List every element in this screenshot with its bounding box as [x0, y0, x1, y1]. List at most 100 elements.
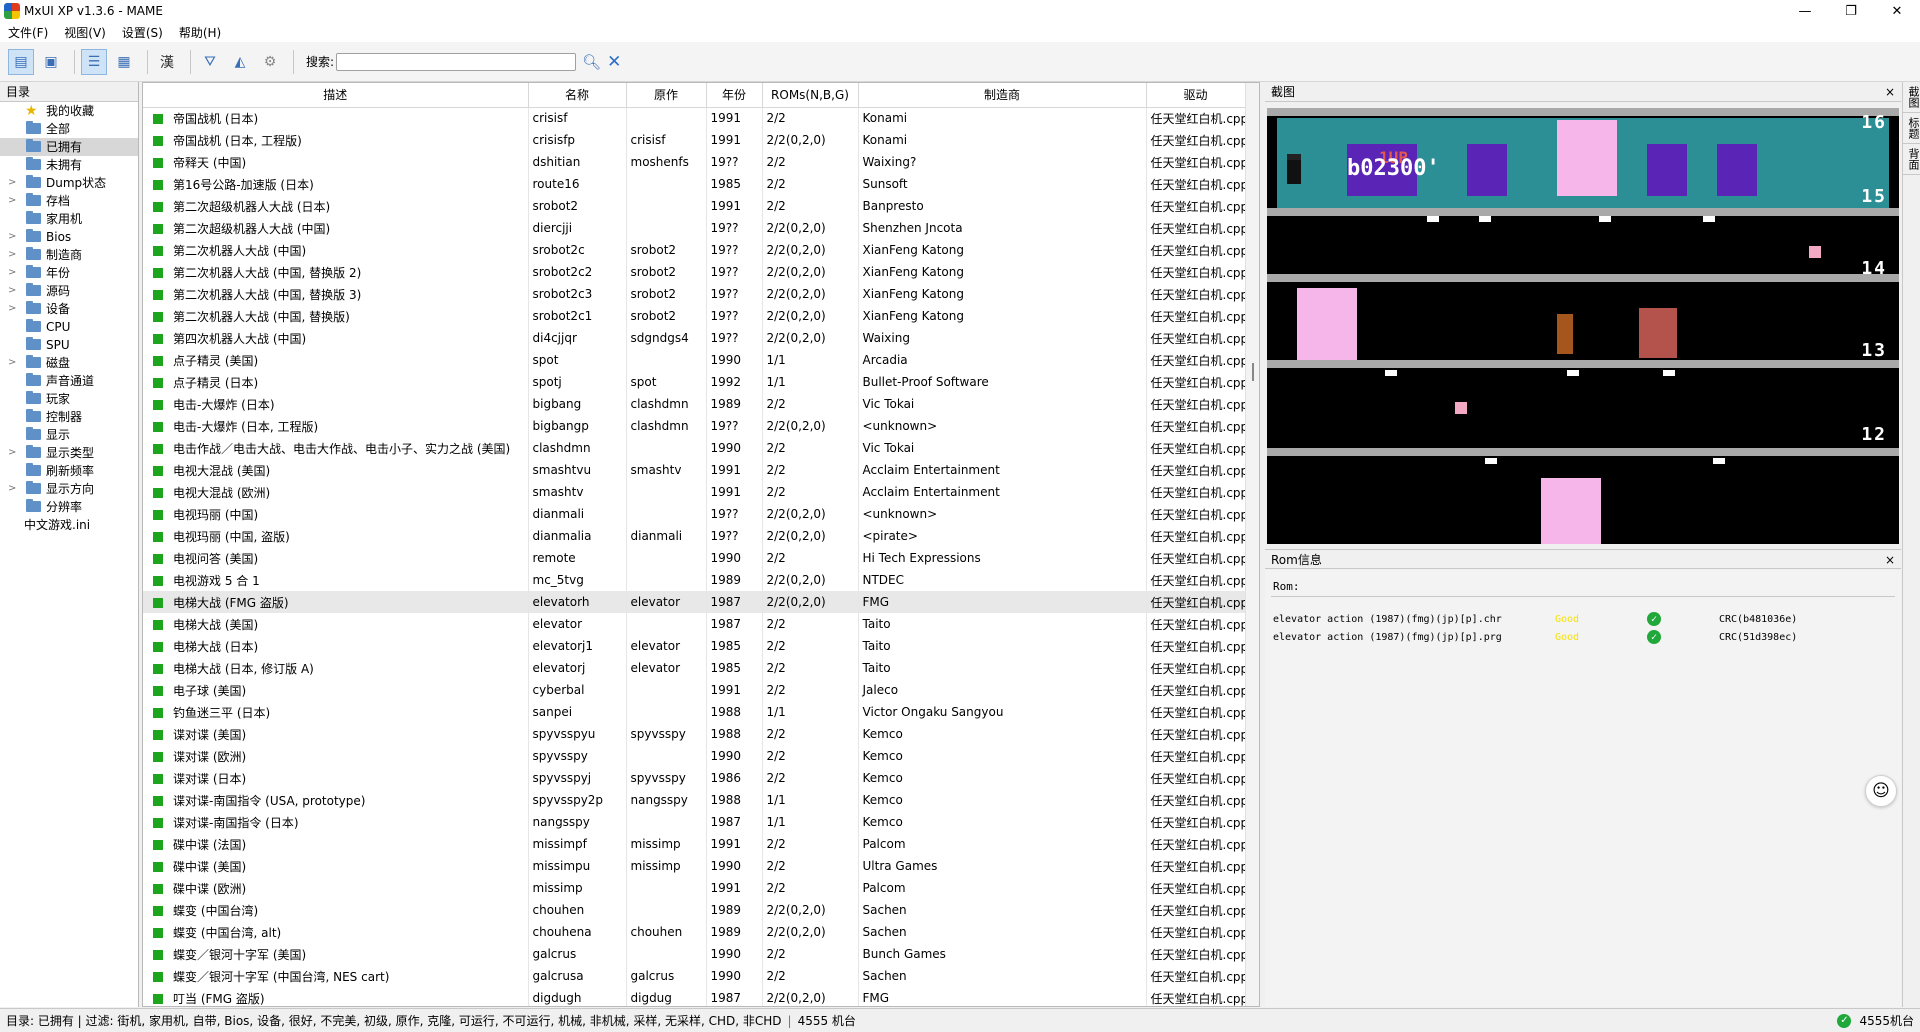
- column-header-manufacturer[interactable]: 制造商: [858, 83, 1147, 108]
- gear-icon[interactable]: ⚙: [257, 49, 283, 75]
- table-row[interactable]: 电梯大战 (美国) elevator 1987 2/2 Taito 任天堂红白机.cpp: [143, 613, 1246, 635]
- tree-item[interactable]: 声音通道: [0, 372, 138, 390]
- image-panel-toggle-icon[interactable]: ▣: [38, 49, 64, 75]
- column-header-roms[interactable]: ROMs(N,B,G): [762, 83, 859, 108]
- tree-item[interactable]: 显示: [0, 426, 138, 444]
- rom-info-close-icon[interactable]: ×: [1885, 550, 1895, 570]
- tree-item[interactable]: 控制器: [0, 408, 138, 426]
- menu-help[interactable]: 帮助(H): [179, 24, 221, 41]
- chevron-right-icon[interactable]: >: [8, 480, 16, 498]
- chevron-right-icon[interactable]: >: [8, 282, 16, 300]
- list-scrollbar[interactable]: [1245, 83, 1259, 1006]
- table-row[interactable]: 蝶变／银河十字军 (美国) galcrus 1990 2/2 Bunch Games 任天…: [143, 943, 1246, 965]
- tree-item[interactable]: > 存档: [0, 192, 138, 210]
- tree-item[interactable]: 家用机: [0, 210, 138, 228]
- table-row[interactable]: 碟中谍 (法国) missimpf missimp 1991 2/2 Palcom 任天堂红…: [143, 833, 1246, 855]
- table-row[interactable]: 第二次超级机器人大战 (中国) diercjji 19?? 2/2(0,2,0) She…: [143, 217, 1246, 239]
- table-row[interactable]: 谍对谍-南国指令 (USA, prototype) spyvsspy2p nangs…: [143, 789, 1246, 811]
- tree-item[interactable]: > 年份: [0, 264, 138, 282]
- list-view-icon[interactable]: ☰: [81, 48, 107, 75]
- table-row[interactable]: 第二次机器人大战 (中国, 替换版 3) srobot2c3 srobot2 19??…: [143, 283, 1246, 305]
- tree-item[interactable]: 已拥有: [0, 138, 138, 156]
- tree-item[interactable]: ★ 我的收藏: [0, 102, 138, 120]
- table-row[interactable]: 第二次机器人大战 (中国, 替换版 2) srobot2c2 srobot2 19??…: [143, 261, 1246, 283]
- side-tab-title[interactable]: 标题: [1903, 113, 1920, 144]
- table-row[interactable]: 谍对谍 (日本) spyvsspyj spyvsspy 1986 2/2 Kemco 任天堂…: [143, 767, 1246, 789]
- chevron-right-icon[interactable]: >: [8, 300, 16, 318]
- tree-item[interactable]: 中文游戏.ini: [0, 516, 138, 534]
- scrollbar-thumb[interactable]: [1252, 363, 1254, 381]
- table-row[interactable]: 电击作战／电击大战、电击大作战、电击小子、实力之战 (美国) clashdmn 19…: [143, 437, 1246, 459]
- table-row[interactable]: 电视大混战 (美国) smashtvu smashtv 1991 2/2 Acclaim …: [143, 459, 1246, 481]
- tree-item[interactable]: > Bios: [0, 228, 138, 246]
- table-row[interactable]: 电视游戏 5 合 1 mc_5tvg 1989 2/2(0,2,0) NTDEC 任天堂红…: [143, 569, 1246, 591]
- tree-item[interactable]: > 显示类型: [0, 444, 138, 462]
- side-tab-screenshot[interactable]: 截图: [1903, 82, 1920, 113]
- table-row[interactable]: 蝶变 (中国台湾, alt) chouhena chouhen 1989 2/2(0,2…: [143, 921, 1246, 943]
- table-row[interactable]: 叮当 (FMG 盗版) digdugh digdug 1987 2/2(0,2,0) FM…: [143, 987, 1246, 1006]
- table-row[interactable]: 点子精灵 (美国) spot 1990 1/1 Arcadia 任天堂红白机.cpp: [143, 349, 1246, 371]
- table-row[interactable]: 电梯大战 (日本) elevatorj1 elevator 1985 2/2 Taito 任…: [143, 635, 1246, 657]
- close-button[interactable]: ✕: [1874, 0, 1920, 22]
- tree-item[interactable]: 分辨率: [0, 498, 138, 516]
- column-header-year[interactable]: 年份: [706, 83, 763, 108]
- assistant-avatar-icon[interactable]: ☺: [1865, 775, 1897, 807]
- chevron-right-icon[interactable]: >: [8, 264, 16, 282]
- table-row[interactable]: 电梯大战 (FMG 盗版) elevatorh elevator 1987 2/2(0,…: [143, 591, 1246, 613]
- column-header-description[interactable]: 描述: [143, 83, 529, 108]
- filter-icon[interactable]: ⛛: [197, 49, 223, 75]
- table-row[interactable]: 电视问答 (美国) remote 1990 2/2 Hi Tech Expression…: [143, 547, 1246, 569]
- table-row[interactable]: 电子球 (美国) cyberbal 1991 2/2 Jaleco 任天堂红白机.cpp: [143, 679, 1246, 701]
- menu-view[interactable]: 视图(V): [64, 24, 106, 41]
- table-row[interactable]: 碟中谍 (欧洲) missimp 1991 2/2 Palcom 任天堂红白机.cpp: [143, 877, 1246, 899]
- clear-search-icon[interactable]: ✕: [607, 52, 621, 72]
- table-row[interactable]: 钓鱼迷三平 (日本) sanpei 1988 1/1 Victor Ongaku San…: [143, 701, 1246, 723]
- chevron-right-icon[interactable]: >: [8, 246, 16, 264]
- table-row[interactable]: 帝国战机 (日本) crisisf 1991 2/2 Konami 任天堂红白机.cpp: [143, 107, 1246, 129]
- table-row[interactable]: 电击-大爆炸 (日本) bigbang clashdmn 1989 2/2 Vic Tok…: [143, 393, 1246, 415]
- table-row[interactable]: 电梯大战 (日本, 修订版 A) elevatorj elevator 1985 2/2…: [143, 657, 1246, 679]
- menu-file[interactable]: 文件(F): [8, 24, 48, 41]
- column-header-parent[interactable]: 原作: [626, 83, 707, 108]
- table-row[interactable]: 第二次超级机器人大战 (日本) srobot2 1991 2/2 Banpresto 任天…: [143, 195, 1246, 217]
- chinese-language-button[interactable]: 漢: [154, 49, 180, 75]
- side-tab-back[interactable]: 背面: [1903, 144, 1920, 175]
- tree-panel-toggle-icon[interactable]: ▤: [8, 48, 34, 75]
- tree-item[interactable]: > 源码: [0, 282, 138, 300]
- chevron-right-icon[interactable]: >: [8, 444, 16, 462]
- table-row[interactable]: 第四次机器人大战 (中国) di4cjjqr sdgndgs4 19?? 2/2(0,2…: [143, 327, 1246, 349]
- search-input[interactable]: [336, 52, 577, 71]
- detail-view-icon[interactable]: ▦: [111, 49, 137, 75]
- table-row[interactable]: 碟中谍 (美国) missimpu missimp 1990 2/2 Ultra Game…: [143, 855, 1246, 877]
- table-row[interactable]: 电视大混战 (欧洲) smashtv 1991 2/2 Acclaim Entertai…: [143, 481, 1246, 503]
- chevron-right-icon[interactable]: >: [8, 174, 16, 192]
- table-row[interactable]: 电视玛丽 (中国) dianmali 19?? 2/2(0,2,0) <unknown>…: [143, 503, 1246, 525]
- table-row[interactable]: 点子精灵 (日本) spotj spot 1992 1/1 Bullet-Proof So…: [143, 371, 1246, 393]
- menu-settings[interactable]: 设置(S): [122, 24, 163, 41]
- table-row[interactable]: 帝释天 (中国) dshitian moshenfs 19?? 2/2 Waixing? 任…: [143, 151, 1246, 173]
- table-row[interactable]: 蝶变 (中国台湾) chouhen 1989 2/2(0,2,0) Sachen 任天堂红…: [143, 899, 1246, 921]
- tree-item[interactable]: > 磁盘: [0, 354, 138, 372]
- screenshot-close-icon[interactable]: ×: [1885, 82, 1895, 102]
- table-row[interactable]: 电击-大爆炸 (日本, 工程版) bigbangp clashdmn 19?? 2/2(…: [143, 415, 1246, 437]
- chevron-right-icon[interactable]: >: [8, 228, 16, 246]
- table-row[interactable]: 电视玛丽 (中国, 盗版) dianmalia dianmali 19?? 2/2(0,…: [143, 525, 1246, 547]
- chevron-right-icon[interactable]: >: [8, 192, 16, 210]
- table-row[interactable]: 帝国战机 (日本, 工程版) crisisfp crisisf 1991 2/2(0,2…: [143, 129, 1246, 151]
- tree-item[interactable]: CPU: [0, 318, 138, 336]
- table-row[interactable]: 谍对谍 (欧洲) spyvsspy 1990 2/2 Kemco 任天堂红白机.cpp: [143, 745, 1246, 767]
- search-icon[interactable]: 🔍︎: [582, 53, 601, 71]
- tree-item[interactable]: 刷新频率: [0, 462, 138, 480]
- tree-item[interactable]: > 显示方向: [0, 480, 138, 498]
- table-row[interactable]: 蝶变／银河十字军 (中国台湾, NES cart) galcrusa galcrus…: [143, 965, 1246, 987]
- tree-item[interactable]: 全部: [0, 120, 138, 138]
- table-row[interactable]: 谍对谍 (美国) spyvsspyu spyvsspy 1988 2/2 Kemco 任天堂…: [143, 723, 1246, 745]
- table-row[interactable]: 第二次机器人大战 (中国, 替换版) srobot2c1 srobot2 19?? 2/…: [143, 305, 1246, 327]
- tree-item[interactable]: SPU: [0, 336, 138, 354]
- column-header-driver[interactable]: 驱动: [1146, 83, 1246, 108]
- tree-item[interactable]: > Dump状态: [0, 174, 138, 192]
- tree-item[interactable]: > 设备: [0, 300, 138, 318]
- table-row[interactable]: 谍对谍-南国指令 (日本) nangsspy 1987 1/1 Kemco 任天堂红白机.…: [143, 811, 1246, 833]
- audit-icon[interactable]: ◭: [227, 49, 253, 75]
- minimize-button[interactable]: —: [1782, 0, 1828, 22]
